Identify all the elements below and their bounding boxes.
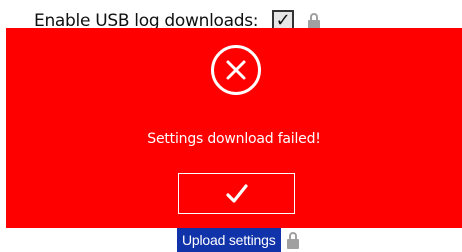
checkmark-icon	[225, 183, 248, 203]
confirm-button[interactable]	[178, 173, 295, 214]
settings-page: Enable USB log downloads: ✓ Settings dow…	[0, 0, 462, 252]
upload-settings-row: Upload settings	[177, 228, 299, 252]
error-dialog: Settings download failed!	[6, 28, 462, 228]
error-x-icon	[211, 45, 261, 95]
lock-icon	[308, 12, 321, 30]
upload-settings-button[interactable]: Upload settings	[177, 228, 281, 252]
lock-icon	[286, 231, 299, 249]
error-message: Settings download failed!	[147, 131, 321, 147]
